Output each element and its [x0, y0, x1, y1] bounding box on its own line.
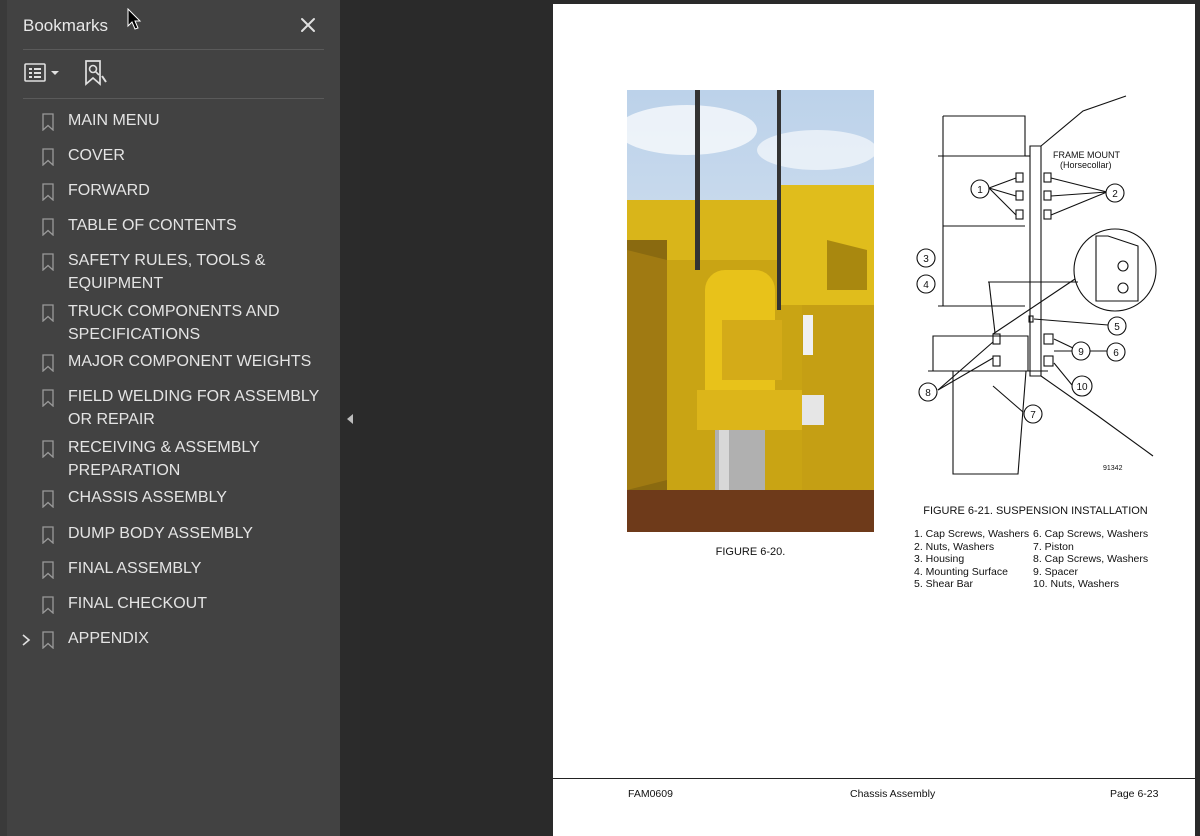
- bookmark-label: FINAL ASSEMBLY: [68, 560, 202, 577]
- bookmark-label: APPENDIX: [68, 630, 149, 647]
- bookmark-icon: [42, 490, 54, 508]
- bookmark-icon: [42, 561, 54, 579]
- footer-page-number: Page 6-23: [1110, 788, 1159, 800]
- bookmark-label: FINAL CHECKOUT: [68, 595, 207, 612]
- bookmark-label: MAIN MENU: [68, 112, 160, 129]
- options-icon: [24, 63, 59, 82]
- panel-title: Bookmarks: [23, 16, 109, 35]
- svg-text:3: 3: [923, 254, 929, 265]
- bookmark-label: RECEIVING & ASSEMBLY PREPARATION: [68, 439, 260, 479]
- legend-entry: 9. Spacer: [1033, 565, 1078, 578]
- bookmark-icon: [42, 440, 54, 458]
- bookmark-icon: [42, 183, 54, 201]
- bookmark-label: MAJOR COMPONENT WEIGHTS: [68, 353, 312, 370]
- legend-entry: 6. Cap Screws, Washers: [1033, 528, 1149, 540]
- chevron-right-icon[interactable]: [21, 633, 31, 647]
- bookmark-icon: [42, 218, 54, 236]
- legend-column-right: 6. Cap Screws, Washers 7. Piston 8. Cap Sc…: [1033, 528, 1148, 591]
- legend-entry: 7. Piston: [1033, 540, 1074, 553]
- bookmark-label: TABLE OF CONTENTS: [68, 217, 237, 234]
- legend-entry: 4. Mounting Surface: [914, 565, 1008, 578]
- legend-entry: 1. Cap Screws, Washers: [914, 528, 1030, 540]
- close-panel-button[interactable]: [297, 14, 319, 36]
- legend-entry: 8. Cap Screws, Washers: [1033, 553, 1149, 566]
- svg-text:4: 4: [923, 280, 929, 291]
- bookmark-icon: [42, 631, 54, 649]
- svg-text:9: 9: [1078, 347, 1084, 358]
- bookmarks-panel: Bookmarks MAIN MENU COVER FORWARD TABLE OF …: [0, 0, 340, 836]
- collapse-panel-button[interactable]: [340, 404, 360, 434]
- bookmark-label: SAFETY RULES, TOOLS & EQUIPMENT: [68, 252, 266, 292]
- bookmark-icon: [42, 253, 54, 271]
- figure-6-21-title: FIGURE 6-21. SUSPENSION INSTALLATION: [923, 505, 1148, 517]
- legend-column-left: 1. Cap Screws, Washers 2. Nuts, Washers 3.…: [914, 528, 1029, 591]
- bookmark-label: CHASSIS ASSEMBLY: [68, 489, 227, 506]
- bookmark-label: TRUCK COMPONENTS AND SPECIFICATIONS: [68, 303, 280, 343]
- footer-rule: [553, 778, 1195, 779]
- drawing-number: 91342: [1103, 465, 1123, 472]
- suspension-installation-diagram: FRAME MOUNT (Horsecollar) 91342 1 2 3 4 …: [908, 86, 1168, 478]
- bookmark-icon: [42, 113, 54, 131]
- collapse-arrow-icon: [347, 414, 353, 424]
- svg-text:10: 10: [1076, 382, 1088, 393]
- find-current-bookmark-button[interactable]: [80, 58, 110, 88]
- bookmark-label: FORWARD: [68, 182, 150, 199]
- bookmark-icon: [42, 526, 54, 544]
- close-icon: [301, 18, 315, 32]
- svg-text:1: 1: [977, 185, 983, 196]
- svg-text:7: 7: [1030, 410, 1036, 421]
- panel-edge: [0, 0, 7, 836]
- bookmark-label: FIELD WELDING FOR ASSEMBLY OR REPAIR: [68, 388, 320, 428]
- diagram-label-frame-mount: FRAME MOUNT: [1053, 150, 1120, 160]
- legend-entry: 5. Shear Bar: [914, 578, 973, 591]
- bookmark-icon: [42, 389, 54, 407]
- bookmark-icon: [42, 304, 54, 322]
- svg-text:5: 5: [1114, 322, 1120, 333]
- legend-entry: 3. Housing: [914, 553, 965, 566]
- bookmark-icon: [42, 354, 54, 372]
- document-page: FIGURE 6-20. FRAME MOUNT (Horsecollar) 9…: [553, 4, 1195, 836]
- svg-text:6: 6: [1113, 348, 1119, 359]
- find-bookmark-icon: [85, 60, 107, 86]
- legend-entry: 2. Nuts, Washers: [914, 540, 995, 553]
- legend-entry: 10. Nuts, Washers: [1033, 578, 1119, 591]
- footer-section: Chassis Assembly: [850, 788, 936, 800]
- svg-text:8: 8: [925, 388, 931, 399]
- bookmark-icon: [42, 148, 54, 166]
- footer-doc-number: FAM0609: [628, 788, 673, 800]
- bookmark-icon: [42, 596, 54, 614]
- figure-6-20-caption: FIGURE 6-20.: [715, 546, 786, 558]
- mouse-cursor: [127, 7, 143, 32]
- divider: [23, 98, 324, 99]
- diagram-label-horsecollar: (Horsecollar): [1060, 160, 1112, 170]
- svg-text:2: 2: [1112, 189, 1118, 200]
- bookmark-label: DUMP BODY ASSEMBLY: [68, 525, 253, 542]
- figure-6-20-photo: [627, 90, 874, 532]
- divider: [23, 49, 324, 50]
- bookmark-label: COVER: [68, 147, 125, 164]
- bookmark-options-button[interactable]: [22, 60, 64, 86]
